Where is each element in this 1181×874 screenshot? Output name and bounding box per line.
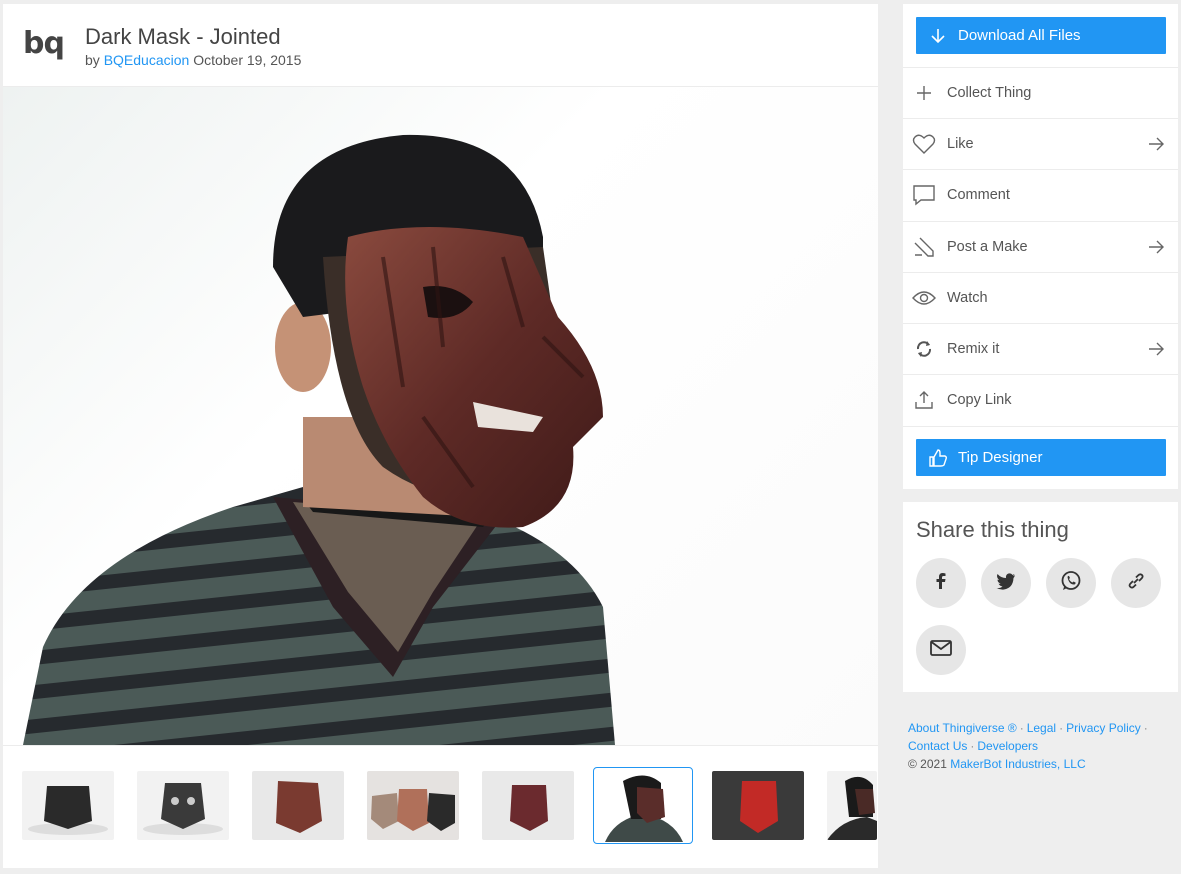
download-all-button[interactable]: Download All Files [916,17,1166,54]
copyright-text: © 2021 [908,757,947,771]
like-action[interactable]: Like [903,118,1178,169]
about-link[interactable]: About Thingiverse [908,721,1005,735]
share-facebook-button[interactable] [916,558,966,608]
remix-label: Remix it [947,341,1000,357]
thing-title: Dark Mask - Jointed [85,24,281,49]
share-panel: Share this thing [903,502,1178,692]
copy-link-label: Copy Link [947,392,1012,408]
developers-link[interactable]: Developers [977,739,1038,753]
share-whatsapp-button[interactable] [1046,558,1096,608]
collect-thing-label: Collect Thing [947,85,1032,101]
arrow-right-icon[interactable] [1146,339,1166,359]
thing-card: bq Dark Mask - Jointed by BQEducacion Oc… [3,4,878,868]
mail-icon [930,639,952,661]
whatsapp-icon [1060,570,1082,597]
thumbnail-1[interactable] [22,771,114,840]
arrow-right-icon[interactable] [1146,134,1166,154]
site-footer: About Thingiverse ® · Legal · Privacy Policy… [908,719,1178,773]
footer-line-3: © 2021 MakerBot Industries, LLC [908,755,1178,773]
actions-panel: Download All Files Collect Thing Like Co… [903,4,1178,489]
company-link[interactable]: MakerBot Industries, LLC [950,757,1085,771]
thumbnail-7[interactable] [712,771,804,840]
arrow-right-icon[interactable] [1146,237,1166,257]
twitter-icon [996,572,1016,595]
thumbnail-2[interactable] [137,771,229,840]
footer-line-2: Contact Us · Developers [908,739,1039,753]
thumbnail-strip [3,745,878,868]
legal-link[interactable]: Legal [1027,721,1056,735]
thumbnail-3[interactable] [252,771,344,840]
tip-designer-button[interactable]: Tip Designer [916,439,1166,476]
collect-thing-action[interactable]: Collect Thing [903,67,1178,118]
comment-label: Comment [947,187,1010,203]
registered-mark[interactable]: ® [1008,721,1017,735]
thumbnail-6-selected[interactable] [593,767,693,844]
share-title: Share this thing [916,517,1069,542]
remix-icon [912,337,936,361]
like-label: Like [947,136,974,152]
plus-icon [912,81,936,105]
facebook-icon [931,571,951,596]
thumbnail-4[interactable] [367,771,459,840]
share-email-button[interactable] [916,625,966,675]
divider [903,426,1178,427]
author-link[interactable]: BQEducacion [104,52,190,68]
share-twitter-button[interactable] [981,558,1031,608]
post-make-label: Post a Make [947,239,1028,255]
heart-icon [912,132,936,156]
contact-link[interactable]: Contact Us [908,739,967,753]
download-all-label: Download All Files [958,27,1081,44]
download-icon [928,26,948,46]
thing-header: bq Dark Mask - Jointed by BQEducacion Oc… [3,4,878,87]
pencil-icon [912,235,936,259]
thing-byline: by BQEducacion October 19, 2015 [85,52,301,68]
eye-icon [912,286,936,310]
hero-photo [23,134,615,745]
designer-logo[interactable]: bq [23,26,65,61]
comment-icon [912,183,936,207]
privacy-link[interactable]: Privacy Policy [1066,721,1141,735]
post-make-action[interactable]: Post a Make [903,221,1178,272]
upload-icon [912,388,936,412]
tip-designer-label: Tip Designer [958,449,1043,466]
comment-action[interactable]: Comment [903,169,1178,220]
byline-prefix: by [85,52,100,68]
thumbnail-5[interactable] [482,771,574,840]
remix-action[interactable]: Remix it [903,323,1178,374]
main-image[interactable] [3,87,878,745]
watch-label: Watch [947,290,988,306]
publish-date: October 19, 2015 [193,52,302,68]
copy-link-action[interactable]: Copy Link [903,374,1178,425]
watch-action[interactable]: Watch [903,272,1178,323]
thumbnail-8[interactable] [827,771,877,840]
link-icon [1126,571,1146,596]
share-link-button[interactable] [1111,558,1161,608]
thumbs-up-icon [928,448,948,468]
footer-line-1: About Thingiverse ® · Legal · Privacy Policy… [908,721,1148,735]
